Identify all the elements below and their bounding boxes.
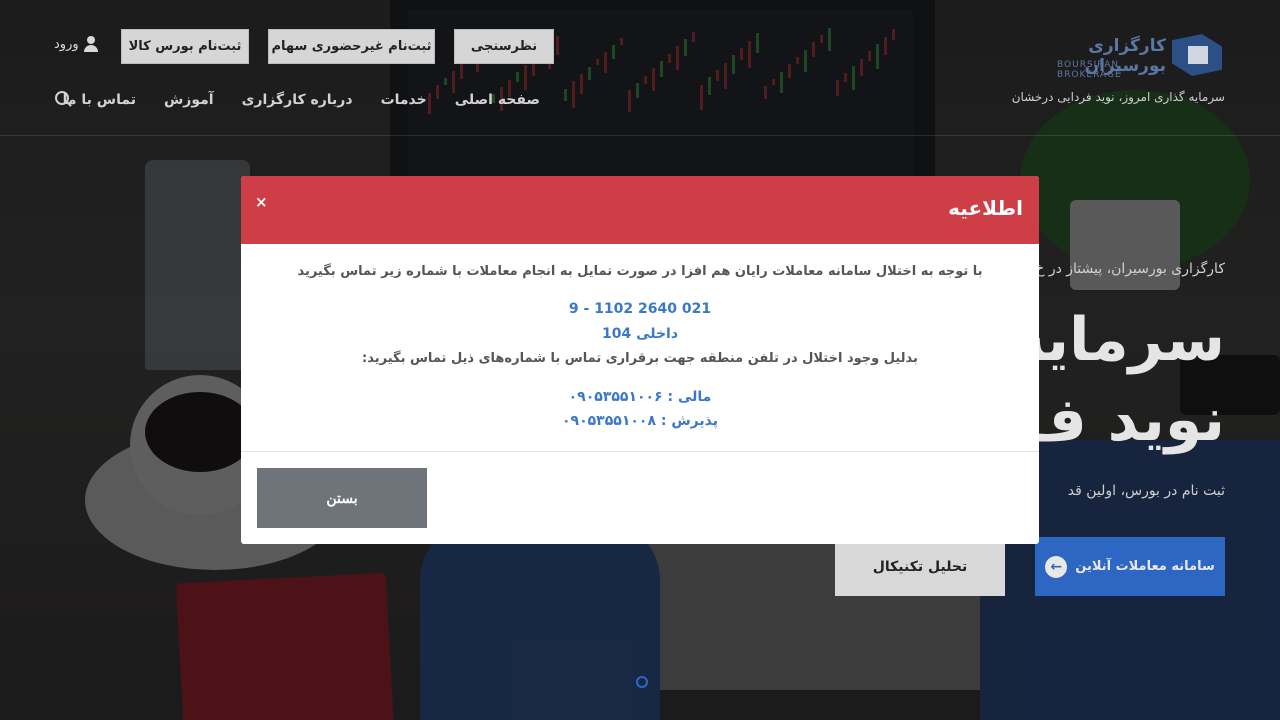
nav-about[interactable]: درباره کارگزاری [228,92,367,108]
notice-line2: بدلیل وجود اختلال در تلفن منطقه جهت برقر… [362,351,918,366]
nav-home[interactable]: صفحه اصلی [441,92,554,108]
notice-line1: با توجه به اختلال سامانه معاملات رایان ه… [297,264,983,279]
login-label: ورود [54,36,79,52]
hero-title-line1: سرمایه [1010,305,1225,375]
finance-phone[interactable]: مالی : ۰۹۰۵۳۵۵۱۰۰۶ [241,389,1039,405]
online-trading-button[interactable]: سامانه معاملات آنلاین ← [1035,537,1225,596]
user-icon [83,36,99,52]
commodity-registration-button[interactable]: ثبت‌نام بورس کالا [121,29,249,64]
close-button[interactable]: بستن [257,468,427,528]
hero-subtitle: کارگزاری بورسیران، پیشتاز در خ [1035,261,1225,277]
logo-mark-inner [1188,46,1208,64]
close-icon[interactable]: × [255,193,268,211]
hero-title: سرمایه نوید ف [1010,300,1225,460]
arrow-left-icon: ← [1045,555,1068,578]
site-header: کارگزاری بورسیران BOURSIRAN BROKERAGE سر… [0,0,1280,136]
search-icon[interactable] [55,91,71,107]
technical-analysis-button[interactable]: تحلیل تکنیکال [835,537,1005,596]
nav-services[interactable]: خدمات [367,92,441,108]
reception-phone[interactable]: پذیرش : ۰۹۰۵۳۵۵۱۰۰۸ [241,413,1039,429]
nav-education[interactable]: آموزش [150,92,228,108]
survey-button[interactable]: نظرسنجی [454,29,554,64]
site-tagline: سرمایه گذاری امروز، نوید فردایی درخشان [1011,90,1225,104]
modal-header: اطلاعیه × [241,176,1039,244]
slider-dot[interactable] [636,676,648,688]
logo-latin-text: BOURSIRAN BROKERAGE [1057,60,1122,80]
online-trading-label: سامانه معاملات آنلاین [1075,559,1215,574]
hero-description: ثبت نام در بورس، اولین قد [1067,483,1225,499]
phone-extension: داخلی 104 [601,326,679,342]
login-link[interactable]: ورود [54,36,99,52]
modal-body: با توجه به اختلال سامانه معاملات رایان ه… [241,244,1039,451]
modal-title: اطلاعیه [948,196,1023,220]
notice-modal: اطلاعیه × با توجه به اختلال سامانه معامل… [241,176,1039,544]
stock-registration-button[interactable]: ثبت‌نام غیرحضوری سهام [268,29,435,64]
hero-title-line2: نوید ف [1017,385,1225,455]
site-logo[interactable]: کارگزاری بورسیران BOURSIRAN BROKERAGE [1057,34,1222,80]
main-nav: صفحه اصلی خدمات درباره کارگزاری آموزش تم… [49,92,554,108]
phone-number[interactable]: 021 2640 1102 - 9 [241,301,1039,317]
modal-divider [241,451,1039,452]
